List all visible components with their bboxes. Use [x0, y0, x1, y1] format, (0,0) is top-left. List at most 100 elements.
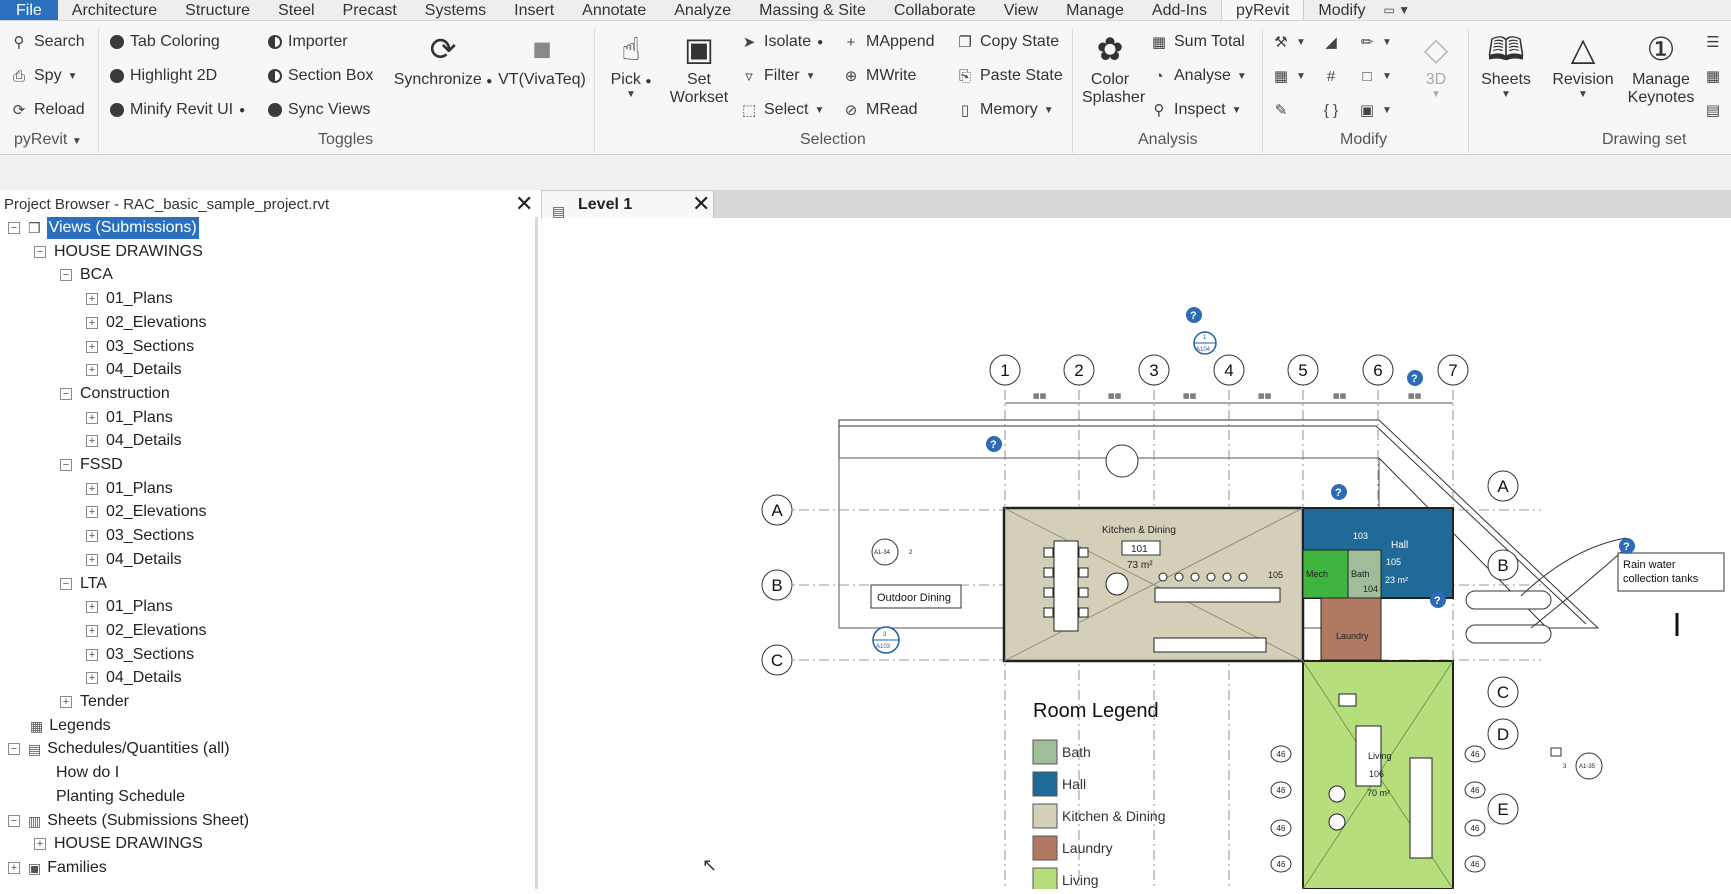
expand-icon[interactable]: +	[86, 364, 98, 377]
expand-icon[interactable]: +	[86, 506, 98, 519]
tree-node[interactable]: Planting Schedule	[34, 786, 185, 808]
tree-node[interactable]: +04_Details	[86, 359, 182, 381]
revision-button[interactable]: △ Revision ▼	[1550, 29, 1616, 100]
tree-node[interactable]: + HOUSE DRAWINGS	[34, 833, 203, 855]
expand-icon[interactable]: +	[60, 696, 72, 708]
collapse-icon[interactable]: −	[34, 245, 46, 258]
spy-button[interactable]: ⎙ Spy ▼	[10, 65, 78, 87]
tab-modify[interactable]: Modify	[1304, 0, 1379, 20]
tab-collaborate[interactable]: Collaborate	[880, 0, 990, 20]
drawing-tool-2[interactable]: ▦	[1704, 65, 1722, 87]
tree-node[interactable]: + Tender	[60, 691, 129, 713]
copy-state-button[interactable]: ❐ Copy State	[956, 31, 1059, 53]
manage-keynotes-button[interactable]: ① Manage Keynotes	[1626, 29, 1696, 107]
tree-node[interactable]: +01_Plans	[86, 478, 173, 500]
synchronize-button[interactable]: ⟳ Synchronize ●	[391, 29, 495, 89]
tab-manage[interactable]: Manage	[1052, 0, 1138, 20]
expand-icon[interactable]: +	[86, 340, 98, 353]
tab-insert[interactable]: Insert	[500, 0, 568, 20]
3d-button[interactable]: ◇ 3D ▼	[1416, 29, 1456, 100]
tree-node[interactable]: ▦ Legends	[8, 715, 111, 737]
tab-analyze[interactable]: Analyze	[660, 0, 745, 20]
expand-icon[interactable]: +	[86, 601, 98, 614]
tree-node[interactable]: +01_Plans	[86, 288, 173, 310]
tree-node[interactable]: − LTA	[60, 573, 107, 595]
tree-node[interactable]: − BCA	[60, 264, 113, 286]
collapse-icon[interactable]: −	[60, 459, 72, 471]
tab-level-1[interactable]: ▤ Level 1 ✕	[541, 190, 714, 219]
drawing-tool-3[interactable]: ▤	[1704, 99, 1722, 121]
tree-node[interactable]: +02_Elevations	[86, 501, 207, 523]
frame-button[interactable]: ▣ ▼	[1358, 99, 1392, 121]
close-icon[interactable]: ✕	[692, 193, 710, 215]
expand-icon[interactable]: +	[86, 293, 98, 306]
drawing-canvas[interactable]: ▦▦ ▦▦ ▦▦ ▦▦ ▦▦ ▦▦ Kitchen & Dining 101 73 m² …	[541, 218, 1731, 893]
select-button[interactable]: ⬚ Select ▼	[740, 99, 824, 121]
collapse-icon[interactable]: −	[8, 743, 20, 756]
tree-node[interactable]: − ▥ Sheets (Submissions Sheet)	[8, 810, 249, 832]
tree-node[interactable]: +04_Details	[86, 430, 182, 452]
tree-node[interactable]: +04_Details	[86, 667, 182, 689]
tree-node[interactable]: +01_Plans	[86, 407, 173, 429]
inspect-button[interactable]: ⚲ Inspect ▼	[1150, 99, 1242, 121]
tab-file[interactable]: File	[0, 0, 58, 20]
expand-icon[interactable]: +	[8, 861, 20, 874]
tree-node[interactable]: − FSSD	[60, 454, 123, 476]
expand-icon[interactable]: +	[86, 672, 98, 685]
tab-add-ins[interactable]: Add-Ins	[1138, 0, 1221, 20]
search-button[interactable]: ⚲ Search	[10, 31, 85, 53]
collapse-icon[interactable]: −	[60, 577, 72, 590]
tab-precast[interactable]: Precast	[329, 0, 411, 20]
sum-total-button[interactable]: ▦ Sum Total	[1150, 31, 1245, 53]
drawing-tool-1[interactable]: ☰	[1704, 31, 1722, 53]
collapse-icon[interactable]: −	[60, 387, 72, 400]
tree-node[interactable]: − ▤ Schedules/Quantities (all)	[8, 738, 230, 760]
tree-node[interactable]: +02_Elevations	[86, 620, 207, 642]
minify-revit-ui-button[interactable]: Minify Revit UI ●	[110, 99, 245, 121]
reload-button[interactable]: ⟳ Reload	[10, 99, 85, 121]
memory-button[interactable]: ▯ Memory ▼	[956, 99, 1054, 121]
modify-tool-1[interactable]: ⚒ ▼	[1272, 31, 1306, 53]
expand-icon[interactable]: +	[86, 316, 98, 329]
pick-button[interactable]: ☝ Pick ● ▼	[604, 29, 658, 100]
tree-node[interactable]: − HOUSE DRAWINGS	[34, 241, 203, 263]
tab-structure[interactable]: Structure	[171, 0, 264, 20]
modify-tool-2[interactable]: ▦ ▼	[1272, 65, 1306, 87]
tab-massing-site[interactable]: Massing & Site	[745, 0, 880, 20]
expand-icon[interactable]: +	[86, 435, 98, 448]
floor-plan-drawing[interactable]: ▦▦ ▦▦ ▦▦ ▦▦ ▦▦ ▦▦ Kitchen & Dining 101 73 m² …	[541, 218, 1731, 893]
section-box-button[interactable]: Section Box	[268, 65, 373, 87]
collapse-icon[interactable]: −	[8, 222, 20, 234]
close-icon[interactable]: ✕	[515, 193, 533, 215]
tree-node[interactable]: +03_Sections	[86, 644, 194, 666]
expand-icon[interactable]: +	[86, 482, 98, 495]
analyse-button[interactable]: ◔ Analyse ▼	[1150, 65, 1246, 87]
pyrevit-panel-menu[interactable]: pyRevit ▼	[14, 131, 82, 149]
set-workset-button[interactable]: ▣ Set Workset	[664, 29, 734, 107]
expand-icon[interactable]: +	[34, 838, 46, 851]
hash-grid-button[interactable]: #	[1322, 65, 1340, 87]
edit-button[interactable]: □ ▼	[1358, 65, 1391, 87]
color-splasher-button[interactable]: ✿ Color Splasher	[1082, 29, 1145, 107]
sheets-button[interactable]: 🕮 Sheets ▼	[1476, 29, 1536, 100]
tree-node[interactable]: − ❒ Views (Submissions)	[8, 217, 199, 239]
expand-icon[interactable]: +	[86, 648, 98, 661]
collapse-icon[interactable]: −	[60, 269, 72, 282]
quick-access-dropdown-icon[interactable]: ▭ ▼	[1384, 0, 1411, 20]
braces-button[interactable]: { }	[1322, 99, 1340, 121]
tree-node[interactable]: +03_Sections	[86, 525, 194, 547]
mirror-button[interactable]: ◢	[1322, 31, 1340, 53]
tree-node[interactable]: +01_Plans	[86, 596, 173, 618]
tree-node[interactable]: +04_Details	[86, 549, 182, 571]
tab-view[interactable]: View	[990, 0, 1052, 20]
tab-coloring-button[interactable]: Tab Coloring	[110, 31, 220, 53]
tab-architecture[interactable]: Architecture	[58, 0, 171, 20]
expand-icon[interactable]: +	[86, 411, 98, 424]
tree-node[interactable]: + ▣ Families	[8, 857, 107, 879]
tab-pyrevit[interactable]: pyRevit	[1221, 0, 1305, 20]
isolate-button[interactable]: ➤ Isolate ●	[740, 31, 823, 53]
mread-button[interactable]: ⊘ MRead	[842, 99, 918, 121]
vt-vivateq-button[interactable]: ■ VT(VivaTeq)	[497, 29, 587, 89]
modify-tool-3[interactable]: ✎	[1272, 99, 1290, 121]
expand-icon[interactable]: +	[86, 553, 98, 566]
